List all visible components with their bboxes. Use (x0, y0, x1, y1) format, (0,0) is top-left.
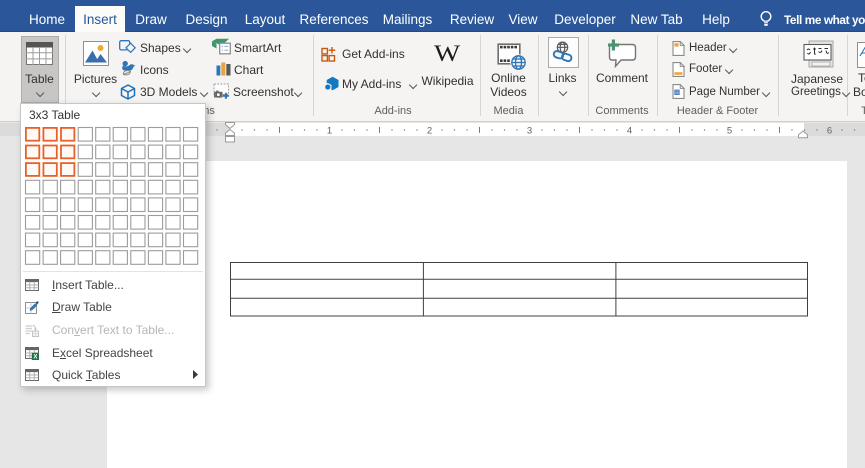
svg-text:1: 1 (327, 124, 332, 135)
svg-text:2: 2 (427, 124, 432, 135)
svg-text:6: 6 (827, 124, 832, 135)
svg-text:3: 3 (527, 124, 532, 135)
svg-text:4: 4 (627, 124, 632, 135)
svg-text:5: 5 (727, 124, 732, 135)
